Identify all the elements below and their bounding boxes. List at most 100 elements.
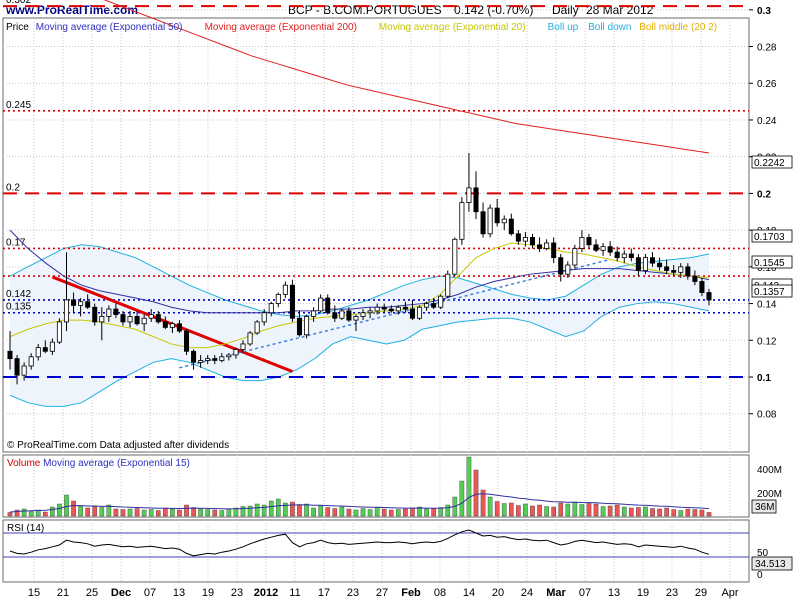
candle-body — [466, 187, 472, 203]
candle-body — [529, 237, 536, 246]
candle-body — [621, 253, 627, 259]
candle-body — [558, 257, 564, 275]
level-label: 0.302 — [6, 0, 31, 6]
volume-bar — [381, 508, 387, 517]
candle-body — [120, 314, 126, 323]
volume-bar — [113, 508, 119, 517]
candle-body — [706, 292, 712, 301]
x-tick-label: 25 — [86, 587, 98, 599]
volume-bar — [586, 503, 592, 517]
candle-body — [191, 350, 197, 363]
x-tick-label: 19 — [202, 587, 214, 599]
volume-bar — [692, 509, 698, 517]
volume-legend-item: Moving average (Exponential 15) — [43, 458, 190, 469]
price-footer: © ProRealTime.com Data adjusted after di… — [7, 440, 229, 451]
volume-bar — [466, 456, 472, 517]
candle-body — [508, 218, 514, 235]
x-tick-label: 23 — [231, 587, 243, 599]
candle-body — [325, 297, 331, 314]
volume-bar — [198, 508, 203, 517]
volume-bar — [431, 508, 436, 517]
candle-body — [113, 308, 119, 315]
volume-bar — [120, 509, 126, 517]
volume-bar — [403, 508, 408, 517]
x-tick-label: Apr — [721, 587, 738, 599]
volume-bar — [148, 509, 154, 517]
legend-item: Boll middle (20 2) — [639, 22, 717, 33]
volume-bar — [367, 509, 373, 517]
candle-body — [49, 341, 55, 352]
volume-legend: Volume Moving average (Exponential 15) — [7, 458, 190, 469]
volume-bar — [219, 510, 225, 517]
legend-item: Moving average (Exponential 200) — [205, 22, 357, 33]
volume-bar — [629, 507, 634, 517]
candle-body — [438, 295, 444, 308]
stock-chart: www.ProRealTime.com BCP - B.COM.PORTUGUE… — [0, 0, 800, 600]
x-tick-label: 14 — [463, 587, 475, 599]
volume-bar — [551, 506, 556, 517]
volume-bar — [304, 503, 309, 517]
candle-body — [501, 218, 507, 224]
volume-bar — [685, 508, 691, 517]
x-tick-label: 11 — [289, 587, 300, 599]
candle-body — [522, 237, 528, 242]
candle-body — [699, 281, 705, 293]
volume-bar — [396, 509, 401, 517]
candle-body — [134, 316, 140, 325]
candle-body — [219, 356, 225, 361]
candle-body — [649, 257, 656, 264]
volume-bar — [424, 508, 429, 517]
candle-body — [127, 316, 133, 323]
rsi-panel-frame — [2, 519, 750, 583]
legend-item: Boll up — [548, 22, 579, 33]
level-label: 0.142 — [6, 289, 31, 300]
candle-body — [515, 233, 521, 242]
volume-bar — [170, 508, 175, 517]
level-label: 0.245 — [6, 100, 31, 111]
candle-body — [452, 238, 458, 275]
value-box-label: 0.1357 — [754, 287, 785, 298]
candle-body — [99, 316, 105, 323]
x-tick-label: 13 — [173, 587, 185, 599]
volume-bar — [699, 509, 705, 517]
volume-bar — [360, 508, 366, 517]
y-tick-label: 0.08 — [757, 410, 777, 421]
candle-body — [395, 306, 401, 312]
candle-body — [198, 360, 204, 363]
volume-bar — [254, 503, 260, 517]
volume-bar — [530, 505, 535, 517]
candle-body — [282, 284, 288, 295]
candle-body — [664, 266, 670, 271]
candle-body — [657, 262, 663, 268]
candle-body — [63, 299, 70, 323]
volume-bar — [318, 505, 323, 517]
candle-body — [600, 246, 606, 251]
candle-body — [671, 270, 677, 273]
volume-tick-200m: 200M — [757, 489, 782, 500]
volume-bar — [141, 509, 147, 517]
rsi-current: 34.513 — [755, 559, 786, 570]
candle-body — [480, 211, 486, 235]
volume-bar — [459, 480, 465, 517]
level-label: 0.2 — [6, 182, 20, 193]
y-tick-label: 0.14 — [757, 300, 777, 311]
volume-bar — [247, 505, 253, 517]
volume-bar — [374, 507, 380, 517]
volume-bar — [607, 505, 613, 517]
candle-body — [162, 321, 168, 328]
candle-body — [579, 237, 585, 249]
candle-body — [473, 187, 479, 213]
volume-bar — [388, 509, 394, 517]
candle-body — [544, 242, 550, 249]
candle-body — [692, 275, 698, 282]
volume-bar — [226, 508, 232, 517]
candle-body — [247, 332, 253, 345]
volume-bar — [346, 508, 352, 517]
candle-body — [7, 350, 13, 360]
candle-body — [296, 317, 303, 336]
volume-bar — [621, 506, 627, 517]
value-box-label: 0.1703 — [754, 232, 785, 243]
volume-bar — [600, 506, 606, 517]
x-tick-label: 27 — [376, 587, 388, 599]
volume-bar — [353, 509, 359, 517]
